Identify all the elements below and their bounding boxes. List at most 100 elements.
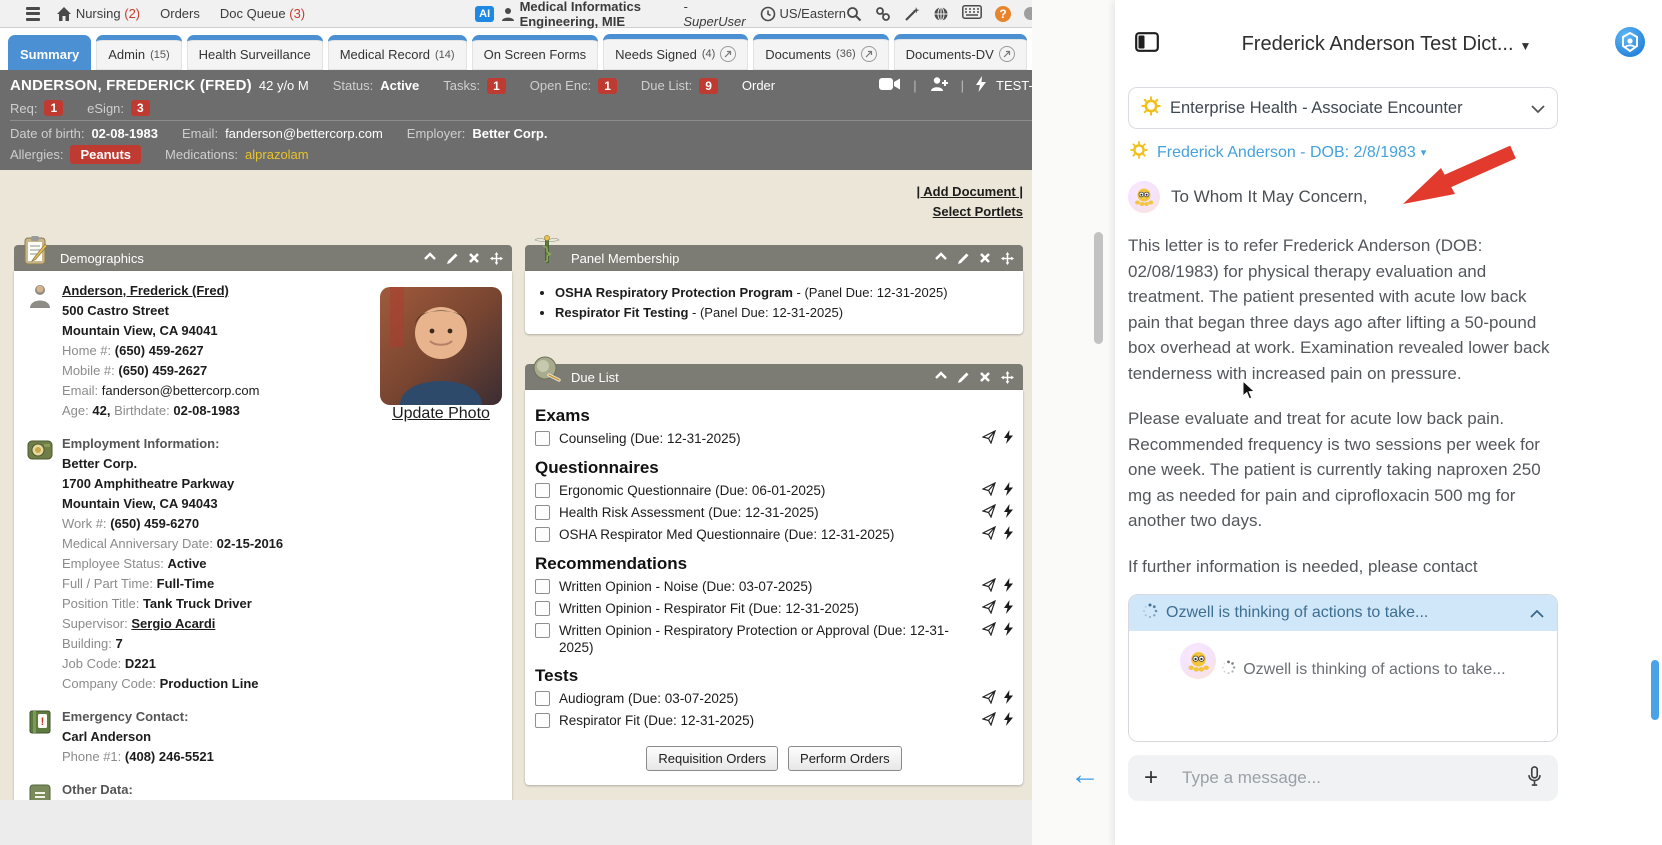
- panel-membership-header[interactable]: Panel Membership: [525, 245, 1023, 271]
- due-item-checkbox[interactable]: [535, 623, 550, 638]
- send-order-icon[interactable]: [982, 712, 996, 730]
- requisition-orders-button[interactable]: Requisition Orders: [646, 746, 778, 771]
- video-icon[interactable]: [879, 77, 901, 94]
- collapse-icon[interactable]: [935, 371, 948, 384]
- order-link[interactable]: Order: [742, 78, 775, 93]
- timezone-label[interactable]: US/Eastern: [780, 6, 846, 21]
- move-icon[interactable]: [490, 252, 503, 265]
- encounter-selector[interactable]: Enterprise Health - Associate Encounter: [1128, 87, 1558, 129]
- collapse-icon[interactable]: [935, 252, 948, 265]
- microphone-icon[interactable]: [1527, 766, 1542, 791]
- supervisor-link[interactable]: Sergio Acardi: [131, 616, 215, 631]
- thinking-panel-header[interactable]: Ozwell is thinking of actions to take...: [1129, 595, 1557, 631]
- link-icon[interactable]: [875, 6, 891, 22]
- send-order-icon[interactable]: [982, 600, 996, 618]
- send-order-icon[interactable]: [982, 482, 996, 500]
- close-icon[interactable]: [468, 252, 481, 265]
- perform-orders-button[interactable]: Perform Orders: [788, 746, 902, 771]
- wand-icon[interactable]: [904, 6, 920, 22]
- select-portlets-link[interactable]: Select Portlets: [933, 204, 1023, 219]
- external-link-icon[interactable]: [720, 46, 736, 62]
- chart-tab[interactable]: On Screen Forms: [472, 35, 599, 70]
- nav-menu-item[interactable]: Doc Queue (3): [220, 6, 305, 21]
- nav-menu-item[interactable]: Nursing (2): [76, 6, 140, 21]
- chart-tab[interactable]: Summary: [8, 35, 91, 70]
- edit-icon[interactable]: [957, 252, 970, 265]
- mouse-cursor: [1242, 380, 1256, 406]
- external-link-icon[interactable]: [861, 46, 877, 62]
- ozwell-scrollbar-thumb[interactable]: [1651, 660, 1659, 720]
- due-item-checkbox[interactable]: [535, 579, 550, 594]
- allergy-badge[interactable]: Peanuts: [70, 145, 141, 164]
- chart-tab[interactable]: Admin (15): [96, 35, 181, 70]
- chart-tab[interactable]: Documents-DV: [894, 34, 1027, 70]
- perform-order-bolt-icon[interactable]: [1004, 690, 1013, 708]
- keyboard-icon[interactable]: [962, 5, 982, 22]
- due-list-header[interactable]: Due List: [525, 364, 1023, 390]
- add-person-icon[interactable]: [929, 76, 949, 95]
- external-link-icon[interactable]: [999, 46, 1015, 62]
- help-icon[interactable]: ?: [995, 6, 1011, 22]
- perform-order-bolt-icon[interactable]: [1004, 526, 1013, 544]
- perform-order-bolt-icon[interactable]: [1004, 578, 1013, 596]
- send-order-icon[interactable]: [982, 430, 996, 448]
- due-list-badge[interactable]: 9: [699, 78, 718, 94]
- ai-badge[interactable]: AI: [475, 6, 494, 22]
- perform-order-bolt-icon[interactable]: [1004, 712, 1013, 730]
- due-item-checkbox[interactable]: [535, 713, 550, 728]
- search-icon[interactable]: [846, 6, 862, 22]
- attach-plus-button[interactable]: +: [1144, 766, 1158, 790]
- collapse-panel-arrow[interactable]: ←: [1070, 758, 1100, 792]
- left-scrollbar-thumb[interactable]: [1094, 232, 1103, 344]
- close-icon[interactable]: [979, 371, 992, 384]
- edit-icon[interactable]: [446, 252, 459, 265]
- patient-name-link[interactable]: Anderson, Frederick (Fred): [62, 283, 229, 298]
- tasks-badge[interactable]: 1: [487, 78, 506, 94]
- open-enc-badge[interactable]: 1: [598, 78, 617, 94]
- due-item-checkbox[interactable]: [535, 601, 550, 616]
- due-item-checkbox[interactable]: [535, 431, 550, 446]
- due-item-checkbox[interactable]: [535, 505, 550, 520]
- demographics-header[interactable]: Demographics: [14, 245, 512, 271]
- chart-tab[interactable]: Documents (36): [753, 34, 888, 70]
- send-order-icon[interactable]: [982, 526, 996, 544]
- move-icon[interactable]: [1001, 371, 1014, 384]
- esign-badge[interactable]: 3: [131, 100, 150, 116]
- perform-order-bolt-icon[interactable]: [1004, 504, 1013, 522]
- chart-tab[interactable]: Needs Signed (4): [603, 34, 748, 70]
- nav-menu-item[interactable]: Orders: [160, 6, 200, 21]
- menu-icon[interactable]: [26, 7, 40, 21]
- due-item-checkbox[interactable]: [535, 691, 550, 706]
- add-document-link[interactable]: | Add Document |: [917, 184, 1023, 199]
- home-icon[interactable]: [56, 6, 72, 22]
- collapse-icon[interactable]: [424, 252, 437, 265]
- req-badge[interactable]: 1: [44, 100, 63, 116]
- medication-value[interactable]: alprazolam: [245, 147, 309, 162]
- send-order-icon[interactable]: [982, 690, 996, 708]
- edit-icon[interactable]: [957, 371, 970, 384]
- chevron-up-icon[interactable]: [1530, 603, 1544, 623]
- due-item-label: Written Opinion - Respiratory Protection…: [559, 622, 976, 656]
- quick-action-bolt-icon[interactable]: [976, 76, 986, 95]
- globe-icon[interactable]: [933, 6, 949, 22]
- patient-name[interactable]: ANDERSON, FREDERICK (FRED): [10, 77, 252, 94]
- chart-tab[interactable]: Medical Record (14): [328, 35, 467, 70]
- ozwell-logo[interactable]: [1614, 26, 1646, 63]
- due-item-checkbox[interactable]: [535, 527, 550, 542]
- perform-order-bolt-icon[interactable]: [1004, 482, 1013, 500]
- move-icon[interactable]: [1001, 252, 1014, 265]
- due-item-checkbox[interactable]: [535, 483, 550, 498]
- perform-order-bolt-icon[interactable]: [1004, 600, 1013, 618]
- perform-order-bolt-icon[interactable]: [1004, 622, 1013, 640]
- send-order-icon[interactable]: [982, 578, 996, 596]
- send-order-icon[interactable]: [982, 504, 996, 522]
- conversation-title[interactable]: Frederick Anderson Test Dict...▼: [1159, 33, 1614, 56]
- close-icon[interactable]: [979, 252, 992, 265]
- due-item-label: Counseling (Due: 12-31-2025): [559, 430, 976, 447]
- send-order-icon[interactable]: [982, 622, 996, 640]
- chart-tab[interactable]: Health Surveillance: [187, 35, 323, 70]
- panel-toggle-icon[interactable]: [1135, 32, 1159, 57]
- message-input[interactable]: [1180, 767, 1527, 789]
- update-photo-link[interactable]: Update Photo: [392, 405, 490, 422]
- perform-order-bolt-icon[interactable]: [1004, 430, 1013, 448]
